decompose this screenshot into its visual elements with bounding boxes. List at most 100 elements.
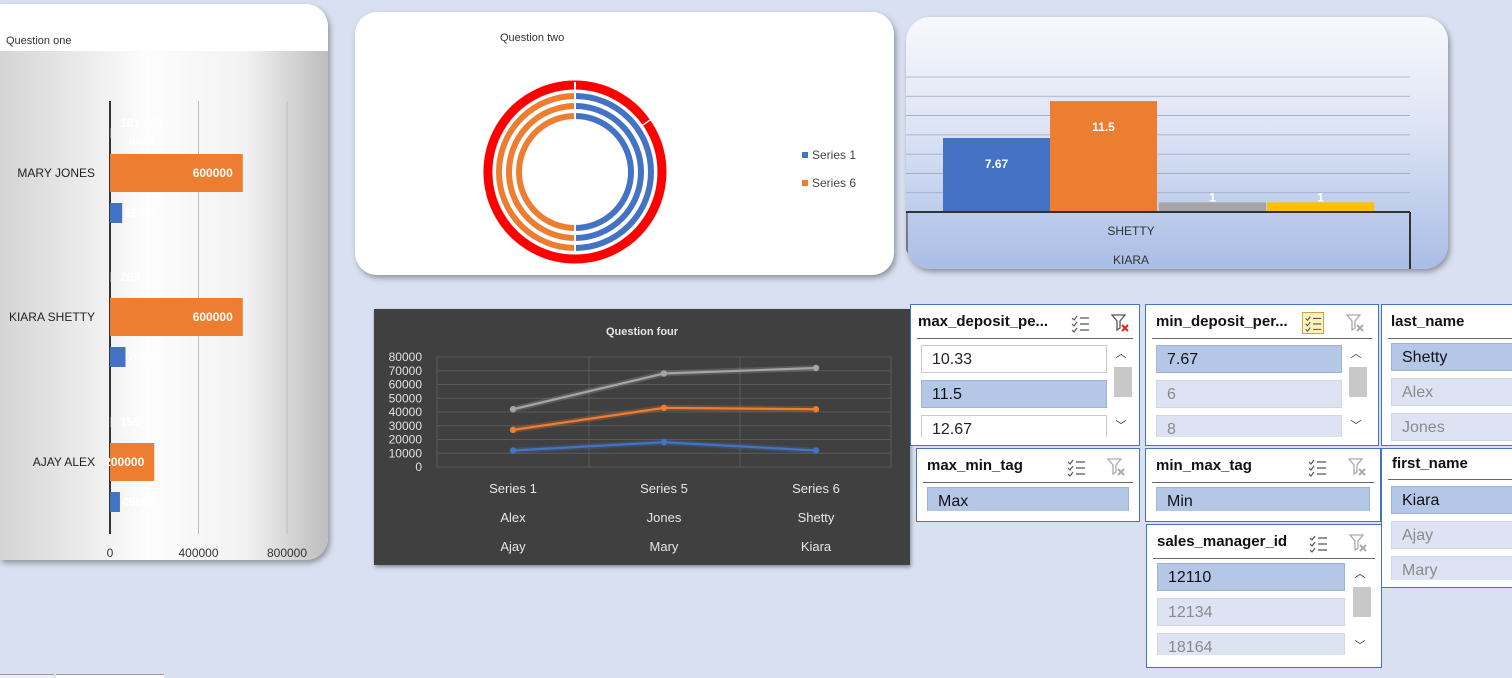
slicer-item[interactable]: Jones: [1391, 413, 1512, 441]
slicer-header-rule: [917, 338, 1133, 339]
q2-series1-ring-c: [574, 113, 634, 231]
slicer-item[interactable]: 8: [1156, 415, 1342, 437]
sheet-tab[interactable]: [0, 674, 54, 678]
slicer-items: Kiara Ajay Mary: [1391, 486, 1512, 580]
q2-chart-svg: Series 1 Series 6: [483, 79, 856, 264]
slicer-max-min-tag-title: max_min_tag: [927, 457, 1023, 474]
q1-x-tick: 0: [107, 546, 114, 560]
q3-category-outer: KIARA: [1113, 253, 1149, 267]
multiselect-icon[interactable]: [1302, 312, 1324, 334]
slicer-sales-manager-id-title: sales_manager_id: [1157, 533, 1288, 550]
q1-data-label: 600000: [193, 310, 233, 324]
q2-legend-swatch-series-6: [802, 180, 808, 186]
clear-filter-icon[interactable]: [1344, 312, 1366, 334]
q4-y-tick: 70000: [389, 364, 423, 378]
slicer-item[interactable]: 18164: [1157, 633, 1345, 655]
scroll-thumb[interactable]: [1114, 367, 1132, 397]
q3-bar: [943, 138, 1050, 212]
q4-x-label: Kiara: [801, 539, 832, 554]
multiselect-icon[interactable]: [1306, 456, 1328, 478]
slicer-items: 7.67 6 8: [1156, 345, 1344, 437]
slicer-min-deposit[interactable]: min_deposit_per... 7.67 6 8 ︿ ﹀: [1145, 304, 1379, 446]
clear-filter-icon[interactable]: [1105, 456, 1127, 478]
slicer-header-rule: [1152, 482, 1374, 483]
q4-y-tick: 0: [415, 460, 422, 474]
scroll-up-icon[interactable]: ︿: [1112, 347, 1130, 361]
multiselect-icon[interactable]: [1307, 532, 1329, 554]
scroll-up-icon[interactable]: ︿: [1351, 567, 1369, 581]
slicer-min-max-tag-title: min_max_tag: [1156, 457, 1252, 474]
slicer-item[interactable]: 12.67: [921, 415, 1107, 437]
slicer-item[interactable]: 12110: [1157, 563, 1345, 591]
q4-point: [509, 426, 517, 434]
q1-bar: [110, 128, 111, 138]
q4-y-tick: 20000: [389, 433, 423, 447]
q3-bar: [1050, 101, 1157, 212]
q1-data-label: 265: [120, 270, 140, 284]
q4-y-tick: 80000: [389, 350, 423, 364]
q3-data-label: 11.5: [1092, 120, 1115, 134]
slicer-sales-manager-id[interactable]: sales_manager_id 12110 12134 18164 ︿ ﹀: [1146, 524, 1382, 668]
q4-x-label: Alex: [500, 510, 526, 525]
q4-y-tick: 40000: [389, 405, 423, 419]
slicer-first-name[interactable]: first_name Kiara Ajay Mary: [1381, 448, 1512, 588]
slicer-item[interactable]: Min: [1156, 487, 1370, 511]
slicer-header-rule: [1388, 338, 1512, 339]
slicer-item[interactable]: Mary: [1391, 556, 1512, 580]
q4-point: [812, 447, 820, 454]
q1-data-label: 55000: [124, 206, 158, 220]
multiselect-icon[interactable]: [1065, 456, 1087, 478]
scroll-thumb[interactable]: [1353, 587, 1371, 617]
chart-question-two[interactable]: Question two Series 1 Series 6: [355, 12, 894, 275]
scroll-down-icon[interactable]: ﹀: [1112, 419, 1130, 433]
scroll-down-icon[interactable]: ﹀: [1347, 419, 1365, 433]
scroll-up-icon[interactable]: ︿: [1347, 347, 1365, 361]
q1-data-label: 600000: [193, 166, 233, 180]
slicer-item[interactable]: 10.33: [921, 345, 1107, 373]
q4-point: [660, 404, 668, 412]
slicer-max-min-tag[interactable]: max_min_tag Max: [916, 448, 1140, 522]
q4-series-glow: [512, 404, 817, 433]
slicer-item[interactable]: 6: [1156, 380, 1342, 408]
slicer-scrollbar[interactable]: ︿ ﹀: [1351, 567, 1371, 657]
slicer-item[interactable]: 11.5: [921, 380, 1107, 408]
slicer-last-name[interactable]: last_name Shetty Alex Jones: [1381, 304, 1512, 446]
slicer-item[interactable]: Ajay: [1391, 521, 1512, 549]
slicer-item[interactable]: Kiara: [1391, 486, 1512, 514]
clear-filter-icon[interactable]: [1347, 532, 1369, 554]
q4-x-label: Series 5: [640, 481, 688, 496]
slicer-scrollbar[interactable]: ︿ ﹀: [1112, 347, 1132, 437]
q1-bar: [110, 492, 120, 512]
q4-point: [812, 364, 820, 372]
q3-chart-svg: 7.67 11.5 1 1 SHETTY KIARA: [906, 76, 1411, 269]
scroll-thumb[interactable]: [1349, 367, 1367, 397]
slicer-items: Max: [927, 487, 1131, 511]
clear-filter-icon[interactable]: [1346, 456, 1368, 478]
q1-bar: [110, 272, 111, 282]
scroll-down-icon[interactable]: ﹀: [1351, 639, 1369, 653]
q1-chart-svg: 0 400000 800000 AJAY ALEX 45000 200000 155 KIAR…: [9, 101, 307, 560]
slicer-items: Min: [1156, 487, 1372, 511]
sheet-tab-active[interactable]: [56, 674, 164, 678]
multiselect-icon[interactable]: [1069, 312, 1091, 334]
q2-series6-ring-c: [516, 113, 576, 231]
chart-question-one[interactable]: Question one 0 400000 800000 AJAY ALEX 45000…: [0, 4, 328, 560]
q4-point: [812, 406, 820, 413]
slicer-max-deposit[interactable]: max_deposit_pe... 10.33 11.5 12.67 ︿ ﹀: [910, 304, 1140, 446]
slicer-min-max-tag[interactable]: min_max_tag Min: [1145, 448, 1381, 522]
q4-y-tick: 60000: [389, 378, 423, 392]
q1-data-label: 155: [120, 415, 140, 429]
slicer-item[interactable]: 7.67: [1156, 345, 1342, 373]
q1-category-label: MARY JONES: [17, 166, 95, 180]
chart-question-four[interactable]: Question four 80000 70000 60000 50000 40000 3…: [374, 309, 910, 565]
slicer-item[interactable]: Alex: [1391, 378, 1512, 406]
slicer-scrollbar[interactable]: ︿ ﹀: [1347, 347, 1367, 437]
slicer-item[interactable]: Max: [927, 487, 1129, 511]
slicer-item[interactable]: Shetty: [1391, 343, 1512, 371]
chart-question-three[interactable]: 7.67 11.5 1 1 SHETTY KIARA: [906, 17, 1448, 269]
slicer-item[interactable]: 12134: [1157, 598, 1345, 626]
clear-filter-icon[interactable]: [1109, 312, 1131, 334]
q4-point: [509, 447, 517, 454]
slicer-items: 12110 12134 18164: [1157, 563, 1347, 655]
q4-x-label: Series 6: [792, 481, 840, 496]
